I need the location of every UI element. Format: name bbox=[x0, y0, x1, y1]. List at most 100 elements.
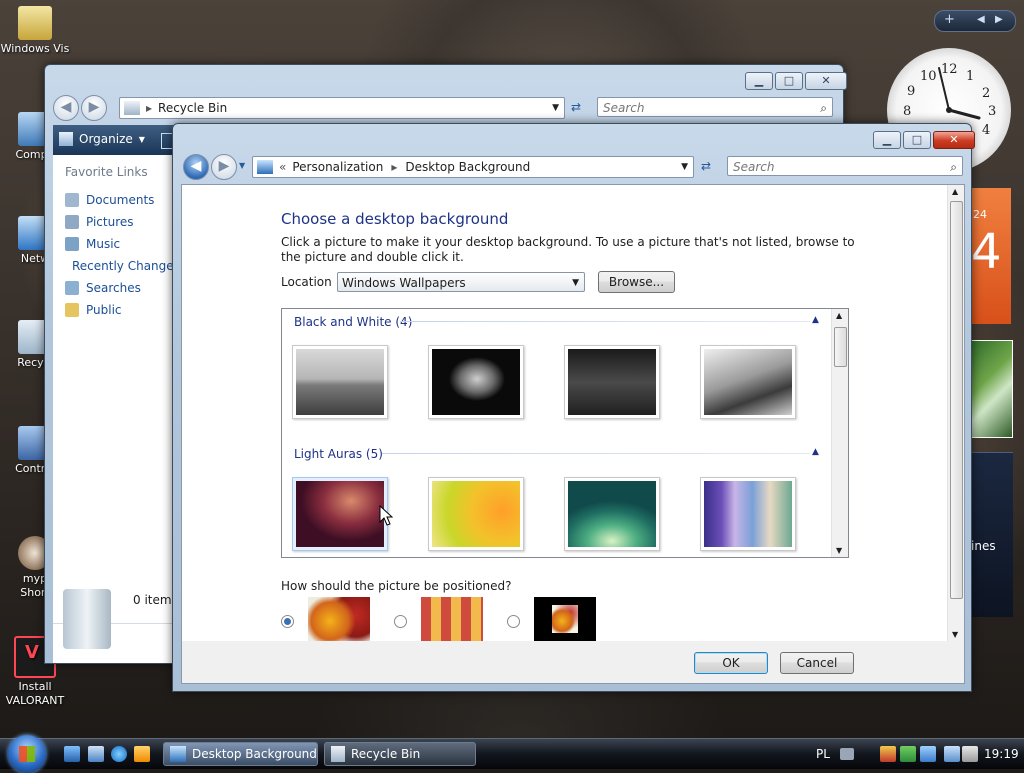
breadcrumb-desktop-background[interactable]: Desktop Background bbox=[405, 160, 530, 174]
wallpaper-thumb[interactable] bbox=[564, 477, 660, 551]
breadcrumb-overflow-icon[interactable]: « bbox=[279, 160, 286, 174]
scroll-thumb[interactable] bbox=[950, 201, 963, 599]
taskbar-button-recycle-bin[interactable]: Recycle Bin bbox=[324, 742, 476, 766]
show-desktop-icon[interactable] bbox=[64, 746, 80, 762]
link-music[interactable]: Music bbox=[53, 233, 173, 255]
clock-time[interactable]: 19:19 bbox=[984, 739, 1019, 769]
music-icon bbox=[65, 237, 79, 251]
address-text: Recycle Bin bbox=[158, 101, 228, 115]
address-bar[interactable]: ▸ Recycle Bin ▼ bbox=[119, 97, 565, 119]
refresh-icon[interactable]: ⇄ bbox=[695, 156, 717, 176]
wallpaper-image bbox=[704, 349, 792, 415]
ok-button[interactable]: OK bbox=[694, 652, 768, 674]
wallpaper-thumb[interactable] bbox=[428, 477, 524, 551]
link-label: Recently Changed bbox=[72, 259, 182, 273]
taskbar-button-label: Recycle Bin bbox=[351, 747, 421, 761]
gallery-scrollbar[interactable]: ▲ ▼ bbox=[831, 309, 848, 557]
recycle-bin-icon bbox=[331, 746, 345, 762]
link-searches[interactable]: Searches bbox=[53, 277, 173, 299]
wallpaper-gallery[interactable]: Black and White (4) ▲ Light Auras (5) ▲ … bbox=[281, 308, 849, 558]
scroll-down-icon[interactable]: ▼ bbox=[836, 546, 842, 555]
position-center-preview[interactable] bbox=[534, 597, 596, 641]
close-button[interactable]: ✕ bbox=[805, 72, 847, 90]
internet-explorer-icon[interactable] bbox=[111, 746, 127, 762]
location-select[interactable]: Windows Wallpapers ▼ bbox=[337, 272, 585, 292]
link-documents[interactable]: Documents bbox=[53, 189, 173, 211]
group-header-black-and-white[interactable]: Black and White (4) bbox=[294, 315, 412, 329]
refresh-icon[interactable]: ⇄ bbox=[565, 97, 587, 117]
position-fill-radio[interactable] bbox=[281, 615, 294, 628]
close-button[interactable]: ✕ bbox=[933, 131, 975, 149]
address-bar[interactable]: « Personalization ▸ Desktop Background ▼ bbox=[252, 156, 694, 178]
wallpaper-thumb[interactable] bbox=[292, 345, 388, 419]
previous-icon[interactable]: ◀ bbox=[977, 14, 985, 25]
browse-button[interactable]: Browse... bbox=[598, 271, 675, 293]
security-shield-icon[interactable] bbox=[880, 746, 896, 762]
page-description: Click a picture to make it your desktop … bbox=[281, 235, 855, 264]
keyboard-icon[interactable] bbox=[840, 748, 854, 760]
page-scrollbar[interactable]: ▲ ▼ bbox=[947, 185, 964, 641]
scroll-thumb[interactable] bbox=[834, 327, 847, 367]
wallpaper-thumb-selected[interactable] bbox=[292, 477, 388, 551]
slideshow-gadget[interactable] bbox=[969, 340, 1013, 438]
update-icon[interactable] bbox=[900, 746, 916, 762]
link-public[interactable]: Public bbox=[53, 299, 173, 321]
maximize-button[interactable]: □ bbox=[775, 72, 803, 90]
scroll-up-icon[interactable]: ▲ bbox=[836, 311, 842, 320]
search-input[interactable]: Search ⌕ bbox=[597, 97, 833, 117]
feed-text: ines bbox=[971, 539, 996, 553]
dropdown-arrow-icon[interactable]: ▼ bbox=[681, 162, 688, 172]
link-label: Pictures bbox=[86, 215, 134, 229]
next-icon[interactable]: ▶ bbox=[995, 14, 1003, 25]
minimize-button[interactable]: ▁ bbox=[745, 72, 773, 90]
group-header-light-auras[interactable]: Light Auras (5) bbox=[294, 447, 383, 461]
minimize-button[interactable]: ▁ bbox=[873, 131, 901, 149]
position-tile-radio[interactable] bbox=[394, 615, 407, 628]
calendar-gadget[interactable]: 24 4 bbox=[969, 188, 1011, 324]
scroll-down-icon[interactable]: ▼ bbox=[952, 630, 958, 639]
forward-button[interactable]: ▶ bbox=[211, 154, 237, 180]
add-gadget-icon[interactable]: + bbox=[944, 12, 955, 27]
back-button[interactable]: ◀ bbox=[183, 154, 209, 180]
scroll-up-icon[interactable]: ▲ bbox=[952, 187, 958, 196]
monitor-tray-icon[interactable] bbox=[944, 746, 960, 762]
search-icon[interactable]: ⌕ bbox=[950, 157, 957, 177]
mouse-cursor-icon bbox=[379, 505, 393, 526]
back-button[interactable]: ◀ bbox=[53, 95, 79, 121]
start-button[interactable] bbox=[8, 735, 46, 773]
search-input[interactable]: Search ⌕ bbox=[727, 156, 963, 176]
recent-pages-icon[interactable]: ▼ bbox=[239, 161, 245, 170]
link-recently-changed[interactable]: Recently Changed bbox=[53, 255, 181, 277]
desktop-icon-windows-vista[interactable]: Windows Vis bbox=[0, 6, 70, 56]
wallpaper-thumb[interactable] bbox=[700, 477, 796, 551]
breadcrumb-personalization[interactable]: Personalization bbox=[292, 160, 383, 174]
organize-label: Organize bbox=[79, 132, 133, 146]
position-fill-preview[interactable] bbox=[308, 597, 370, 641]
language-indicator[interactable]: PL bbox=[816, 739, 830, 769]
wallpaper-image bbox=[296, 481, 384, 547]
cancel-button[interactable]: Cancel bbox=[780, 652, 854, 674]
taskbar-button-desktop-background[interactable]: Desktop Background bbox=[163, 742, 318, 766]
position-tile-preview[interactable] bbox=[421, 597, 483, 641]
maximize-button[interactable]: □ bbox=[903, 131, 931, 149]
control-panel-icon bbox=[170, 746, 186, 762]
search-icon[interactable]: ⌕ bbox=[820, 98, 827, 118]
network-tray-icon[interactable] bbox=[920, 746, 936, 762]
dropdown-arrow-icon[interactable]: ▼ bbox=[552, 103, 559, 113]
favorite-links-header: Favorite Links bbox=[65, 165, 148, 179]
position-center-radio[interactable] bbox=[507, 615, 520, 628]
collapse-icon[interactable]: ▲ bbox=[812, 315, 819, 325]
group-divider bbox=[382, 453, 810, 454]
wallpaper-thumb[interactable] bbox=[700, 345, 796, 419]
switch-windows-icon[interactable] bbox=[88, 746, 104, 762]
collapse-icon[interactable]: ▲ bbox=[812, 447, 819, 457]
organize-button[interactable]: Organize ▼ bbox=[59, 132, 145, 146]
feed-headlines-gadget[interactable]: ines bbox=[967, 452, 1013, 617]
forward-button[interactable]: ▶ bbox=[81, 95, 107, 121]
media-player-icon[interactable] bbox=[134, 746, 150, 762]
link-pictures[interactable]: Pictures bbox=[53, 211, 173, 233]
wallpaper-thumb[interactable] bbox=[564, 345, 660, 419]
volume-muted-icon[interactable] bbox=[962, 746, 978, 762]
wallpaper-thumb[interactable] bbox=[428, 345, 524, 419]
breadcrumb-separator-icon[interactable]: ▸ bbox=[391, 160, 397, 174]
